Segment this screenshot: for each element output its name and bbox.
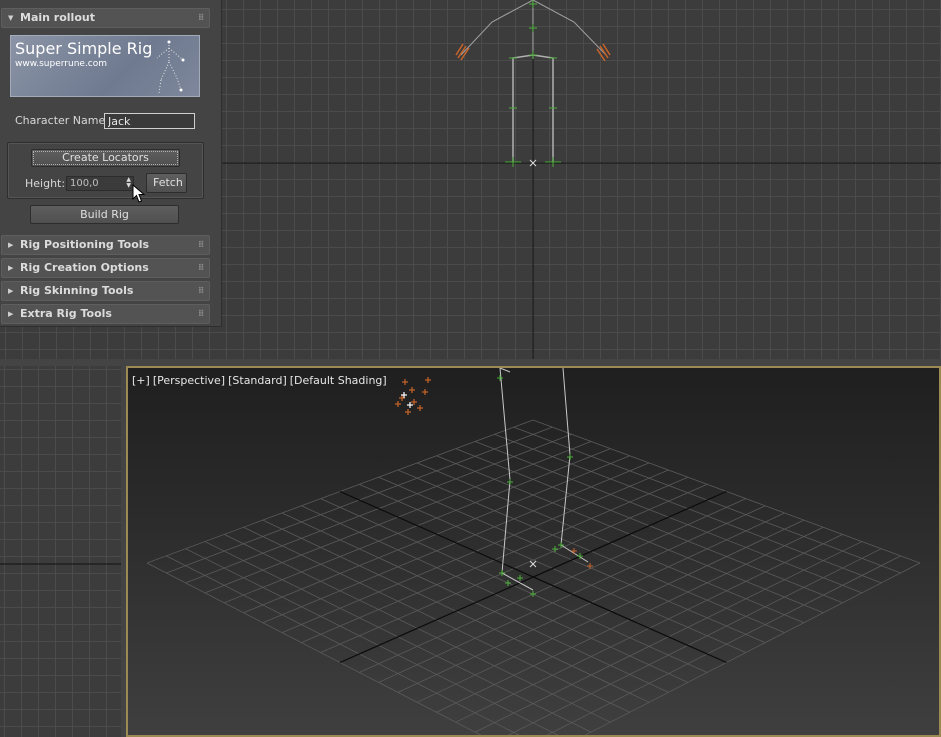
- viewport-separator-horizontal[interactable]: [0, 359, 941, 366]
- build-rig-button[interactable]: Build Rig: [30, 205, 179, 224]
- spinner-arrows-icon[interactable]: ▲ ▼: [126, 177, 131, 189]
- perspective-viewport[interactable]: [+] [Perspective] [Standard] [Default Shadi…: [126, 366, 941, 737]
- fetch-button[interactable]: Fetch: [146, 173, 187, 193]
- height-spinner[interactable]: 100,0 ▲ ▼: [66, 176, 134, 191]
- logo-url: www.superrune.com: [15, 59, 108, 69]
- grip-dots-icon: ⁝⁝: [198, 13, 204, 23]
- triangle-right-icon: ▶: [8, 264, 14, 272]
- left-viewport-scene: [0, 563, 121, 565]
- rollout-title: Rig Creation Options: [20, 261, 149, 274]
- rollout-rig-positioning-tools[interactable]: ▶ Rig Positioning Tools ⁝⁝: [1, 235, 210, 255]
- grip-dots-icon: ⁝⁝: [198, 240, 204, 250]
- main-rollout-header[interactable]: ▼ Main rollout ⁝⁝: [1, 8, 210, 28]
- grip-dots-icon: ⁝⁝: [198, 263, 204, 273]
- character-name-label: Character Name:: [15, 114, 109, 127]
- triangle-right-icon: ▶: [8, 241, 14, 249]
- logo-title: Super Simple Rig: [15, 39, 153, 58]
- main-rollout-title: Main rollout: [20, 11, 95, 24]
- stick-figure-icon: [156, 40, 185, 94]
- height-label: Height:: [25, 177, 66, 190]
- character-name-input[interactable]: [104, 113, 195, 129]
- left-viewport[interactable]: [0, 366, 121, 737]
- rollout-title: Rig Positioning Tools: [20, 238, 150, 251]
- mouse-pointer-icon: [132, 184, 146, 203]
- rollout-panel: ▼ Main rollout ⁝⁝ Super Simple Rig www.s…: [0, 0, 222, 327]
- create-locators-button[interactable]: Create Locators: [31, 149, 180, 167]
- rollout-rig-skinning-tools[interactable]: ▶ Rig Skinning Tools ⁝⁝: [1, 281, 210, 301]
- triangle-right-icon: ▶: [8, 287, 14, 295]
- height-value: 100,0: [70, 178, 99, 189]
- rollout-rig-creation-options[interactable]: ▶ Rig Creation Options ⁝⁝: [1, 258, 210, 278]
- triangle-right-icon: ▶: [8, 310, 14, 318]
- rollout-extra-rig-tools[interactable]: ▶ Extra Rig Tools ⁝⁝: [1, 304, 210, 324]
- perspective-grid: [146, 368, 921, 735]
- super-simple-rig-logo: Super Simple Rig www.superrune.com: [10, 35, 200, 97]
- grip-dots-icon: ⁝⁝: [198, 309, 204, 319]
- triangle-down-icon: ▼: [8, 14, 14, 22]
- rollout-title: Rig Skinning Tools: [20, 284, 134, 297]
- rollout-title: Extra Rig Tools: [20, 307, 112, 320]
- grip-dots-icon: ⁝⁝: [198, 286, 204, 296]
